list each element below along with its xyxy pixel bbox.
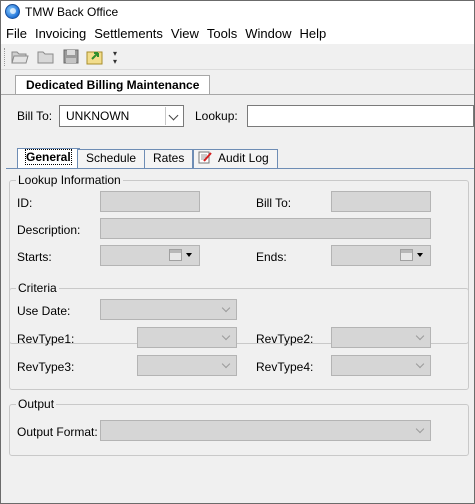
revtype3-select[interactable] xyxy=(137,355,237,376)
starts-date-field[interactable] xyxy=(100,245,200,266)
id-field[interactable] xyxy=(100,191,200,212)
revtype3-label: RevType3: xyxy=(17,360,75,374)
lookup-information-title: Lookup Information xyxy=(16,173,123,187)
ends-date-field[interactable] xyxy=(331,245,431,266)
id-label: ID: xyxy=(17,196,33,210)
document-tab[interactable]: Dedicated Billing Maintenance xyxy=(15,75,211,95)
revtype4-select[interactable] xyxy=(331,355,431,376)
toolbar-overflow-chevron-icon[interactable]: ▾ ▾ xyxy=(111,50,119,66)
menu-bar: File Invoicing Settlements View Tools Wi… xyxy=(1,23,474,44)
menu-help[interactable]: Help xyxy=(296,24,329,44)
ends-label: Ends: xyxy=(256,250,287,264)
tab-audit-log-label: Audit Log xyxy=(218,151,269,165)
window-title: TMW Back Office xyxy=(25,5,119,19)
bill-to-label: Bill To: xyxy=(17,109,53,123)
bill-to-value: UNKNOWN xyxy=(66,109,130,123)
starts-date-picker[interactable] xyxy=(169,249,195,263)
criteria-title: Criteria xyxy=(16,281,59,295)
tab-general[interactable]: General xyxy=(17,148,80,169)
use-date-label: Use Date: xyxy=(17,304,71,318)
save-icon[interactable] xyxy=(62,48,80,65)
tab-general-label: General xyxy=(25,149,72,165)
document-tab-divider xyxy=(1,94,474,95)
revtype1-label: RevType1: xyxy=(17,332,75,346)
lookup-input[interactable] xyxy=(247,105,474,127)
output-format-select[interactable] xyxy=(100,420,431,441)
calendar-icon xyxy=(400,249,413,261)
menu-invoicing[interactable]: Invoicing xyxy=(32,24,89,44)
chevron-down-icon[interactable] xyxy=(412,422,429,439)
tab-schedule[interactable]: Schedule xyxy=(77,149,146,168)
menu-settlements[interactable]: Settlements xyxy=(91,24,166,44)
export-icon[interactable] xyxy=(86,48,104,65)
calendar-icon xyxy=(169,249,182,261)
ends-date-picker[interactable] xyxy=(400,249,426,263)
dropdown-arrow-icon xyxy=(417,253,423,257)
lookup-bill-to-label: Bill To: xyxy=(256,196,292,210)
chevron-down-icon[interactable] xyxy=(165,107,182,125)
revtype1-select[interactable] xyxy=(137,327,237,348)
open-folder-icon[interactable] xyxy=(11,48,29,65)
output-format-label: Output Format: xyxy=(17,425,98,439)
toolbar: ▾ ▾ xyxy=(1,44,474,70)
chevron-down-icon[interactable] xyxy=(218,357,235,374)
tab-audit-log[interactable]: Audit Log xyxy=(193,149,278,168)
starts-label: Starts: xyxy=(17,250,52,264)
app-window: TMW Back Office File Invoicing Settlemen… xyxy=(0,0,475,504)
lookup-label: Lookup: xyxy=(195,109,238,123)
description-field[interactable] xyxy=(100,218,431,239)
chevron-down-icon[interactable] xyxy=(218,301,235,318)
tab-schedule-label: Schedule xyxy=(86,151,137,165)
lookup-bill-to-field[interactable] xyxy=(331,191,431,212)
chevron-down-icon[interactable] xyxy=(218,329,235,346)
tab-rates[interactable]: Rates xyxy=(144,149,194,168)
toolbar-grip[interactable] xyxy=(4,48,6,66)
chevron-down-icon[interactable] xyxy=(412,357,429,374)
revtype4-label: RevType4: xyxy=(256,360,314,374)
tab-rates-label: Rates xyxy=(153,151,185,165)
revtype2-label: RevType2: xyxy=(256,332,314,346)
tab-strip-divider xyxy=(6,168,474,169)
bill-to-combo[interactable]: UNKNOWN xyxy=(59,105,184,127)
menu-file[interactable]: File xyxy=(3,24,30,44)
folder-icon[interactable] xyxy=(37,48,55,65)
document-area: Dedicated Billing Maintenance Bill To: U… xyxy=(1,71,474,503)
description-label: Description: xyxy=(17,223,81,237)
dropdown-arrow-icon xyxy=(186,253,192,257)
output-title: Output xyxy=(16,397,57,411)
menu-window[interactable]: Window xyxy=(242,24,294,44)
menu-tools[interactable]: Tools xyxy=(204,24,240,44)
audit-log-icon xyxy=(198,151,212,164)
chevron-down-icon[interactable] xyxy=(412,329,429,346)
app-logo-icon xyxy=(5,4,20,19)
menu-view[interactable]: View xyxy=(168,24,202,44)
use-date-select[interactable] xyxy=(100,299,237,320)
revtype2-select[interactable] xyxy=(331,327,431,348)
title-bar: TMW Back Office xyxy=(1,1,474,23)
